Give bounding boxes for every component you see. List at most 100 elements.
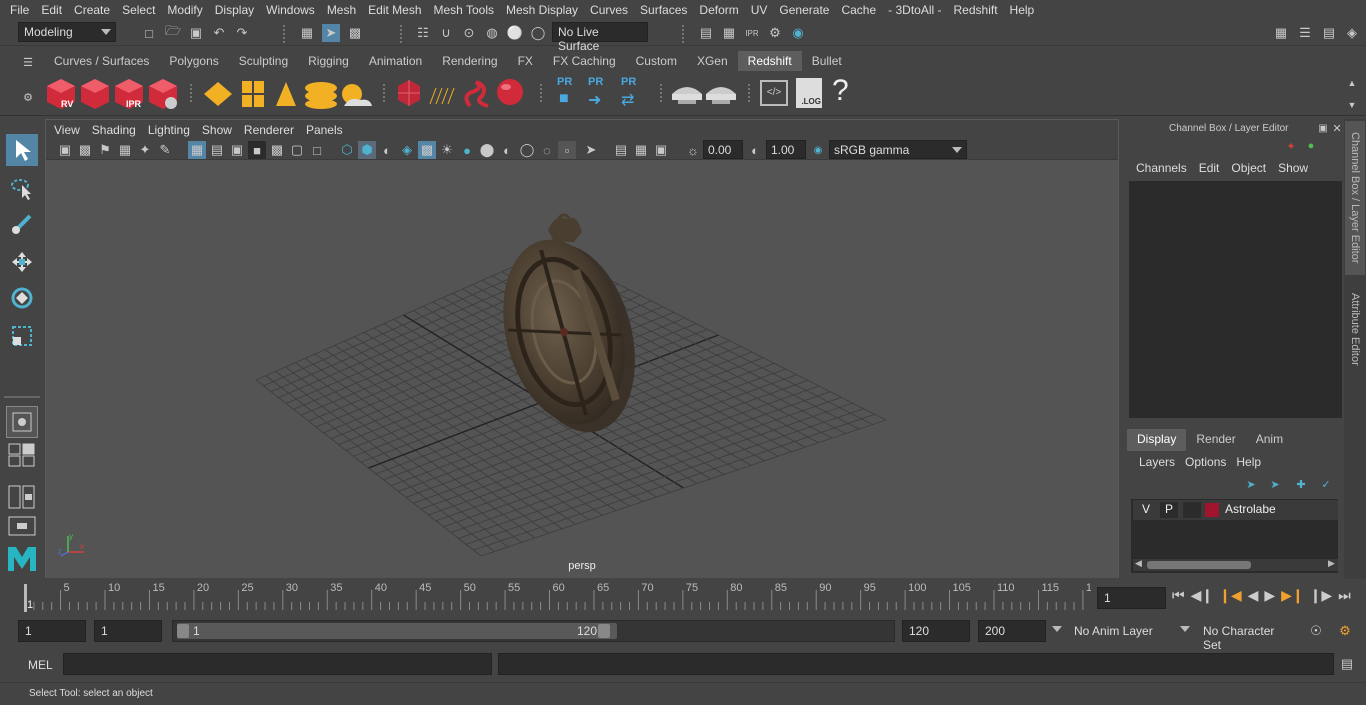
exposure-icon[interactable]: ☼ <box>684 141 702 159</box>
shelf-tab-redshift[interactable]: Redshift <box>737 51 802 71</box>
shelf-tab-custom[interactable]: Custom <box>625 51 687 71</box>
menu-display[interactable]: Display <box>209 3 260 17</box>
select-components-icon[interactable]: ▩ <box>346 24 364 42</box>
range-slider[interactable]: 1 120 <box>172 620 895 642</box>
shelf-scroll-down-icon[interactable]: ▼ <box>1343 96 1361 114</box>
menu-mesh-display[interactable]: Mesh Display <box>500 3 584 17</box>
channel-menu-object[interactable]: Object <box>1225 161 1272 175</box>
script-editor-icon[interactable]: ▤ <box>1338 655 1356 673</box>
grid-toggle-icon[interactable]: ▦ <box>188 141 206 159</box>
textured-icon[interactable]: ▩ <box>418 141 436 159</box>
default-material-icon[interactable]: ◐ <box>378 141 396 159</box>
menu-select[interactable]: Select <box>116 3 161 17</box>
range-start-handle[interactable] <box>177 624 189 638</box>
char-set-arrow-icon[interactable] <box>1180 626 1190 632</box>
step-back-icon[interactable]: ◀❙ <box>1191 587 1214 604</box>
layer-menu-layers[interactable]: Layers <box>1134 455 1180 469</box>
ao-icon[interactable]: ⬤ <box>478 141 496 159</box>
redo-icon[interactable]: ↷ <box>233 24 251 42</box>
menu-windows[interactable]: Windows <box>260 3 321 17</box>
layer-tab-render[interactable]: Render <box>1186 429 1246 451</box>
shelf-tab-rigging[interactable]: Rigging <box>298 51 359 71</box>
viewport-menu-panels[interactable]: Panels <box>300 123 349 137</box>
redshift-object-icons[interactable] <box>392 76 532 112</box>
lights-icon[interactable]: ☀ <box>438 141 456 159</box>
go-to-start-icon[interactable]: ⏮ <box>1172 587 1185 604</box>
gamma-icon[interactable]: ◐ <box>746 141 764 159</box>
menu-redshift[interactable]: Redshift <box>948 3 1004 17</box>
safe-action-icon[interactable]: ▢ <box>288 141 306 159</box>
layer-type-toggle[interactable] <box>1183 502 1201 518</box>
shelf-tab-rendering[interactable]: Rendering <box>432 51 508 71</box>
anim-end-field[interactable]: 120 <box>902 620 970 642</box>
single-pane-layout-icon[interactable] <box>6 406 38 438</box>
wireframe-icon[interactable]: ⬡ <box>338 141 356 159</box>
exposure-field[interactable]: 0.00 <box>703 140 743 159</box>
character-set-field[interactable]: No Character Set <box>1196 620 1300 652</box>
make-live-icon[interactable]: ◯ <box>529 24 547 42</box>
3d-viewport[interactable]: x y z persp <box>46 160 1118 578</box>
redshift-render-icons[interactable]: RV IPR <box>44 76 184 112</box>
redshift-material-icons[interactable] <box>668 78 740 108</box>
shelf-tab-polygons[interactable]: Polygons <box>159 51 229 71</box>
menu-help[interactable]: Help <box>1004 3 1041 17</box>
snap-grid-icon[interactable]: ☷ <box>414 24 432 42</box>
shelf-tab-curves-surfaces[interactable]: Curves / Surfaces <box>44 51 160 71</box>
manip-icon[interactable]: ✦ <box>1282 137 1300 155</box>
render-frame-icon[interactable]: ▦ <box>720 24 738 42</box>
help-icon[interactable]: ? <box>832 74 849 108</box>
viewport-menu-show[interactable]: Show <box>196 123 238 137</box>
shelf-tab-fx[interactable]: FX <box>507 51 543 71</box>
scale-tool-icon[interactable] <box>6 320 38 352</box>
dof-icon[interactable]: ◌ <box>538 141 556 159</box>
anim-prefs-icon[interactable]: ⚙ <box>1336 622 1354 640</box>
motion-blur-icon[interactable]: ◐ <box>498 141 516 159</box>
xray-joints-icon[interactable]: ▤ <box>612 141 630 159</box>
anim-layer-arrow-icon[interactable] <box>1052 626 1062 632</box>
select-tool-icon[interactable] <box>6 134 38 166</box>
viewport-menu-lighting[interactable]: Lighting <box>142 123 196 137</box>
menu-cache[interactable]: Cache <box>835 3 882 17</box>
isolate-select-icon[interactable]: ➤ <box>582 141 600 159</box>
layer-scrollbar[interactable]: ◀ ▶ <box>1133 558 1338 571</box>
redshift-log-icon[interactable]: .LOG <box>796 78 822 108</box>
layer-color-swatch[interactable] <box>1205 503 1219 517</box>
step-forward-key-icon[interactable]: ▶❙ <box>1281 587 1304 604</box>
color-space-dropdown[interactable]: sRGB gamma <box>829 140 967 159</box>
menu-mesh-tools[interactable]: Mesh Tools <box>428 3 500 17</box>
channel-menu-edit[interactable]: Edit <box>1193 161 1226 175</box>
layer-row[interactable]: V P Astrolabe <box>1133 500 1338 520</box>
layer-visibility-toggle[interactable]: V <box>1137 502 1155 518</box>
shelf-tab-bullet[interactable]: Bullet <box>801 51 852 71</box>
camera-select-icon[interactable]: ▣ <box>56 141 74 159</box>
channel-list[interactable] <box>1129 181 1342 418</box>
camera-attr-icon[interactable]: ▩ <box>76 141 94 159</box>
render-settings-icon[interactable]: ⚙ <box>766 24 784 42</box>
step-back-key-icon[interactable]: ❙◀ <box>1219 587 1242 604</box>
render-view-icon[interactable]: ▤ <box>697 24 715 42</box>
menu-file[interactable]: File <box>4 3 35 17</box>
image-plane-icon[interactable]: ▦ <box>116 141 134 159</box>
select-hierarchy-icon[interactable]: ▦ <box>298 24 316 42</box>
outliner-layout-icon[interactable] <box>6 484 38 510</box>
script-editor-layout-icon[interactable] <box>6 516 38 536</box>
menu-surfaces[interactable]: Surfaces <box>634 3 693 17</box>
layer-menu-help[interactable]: Help <box>1231 455 1266 469</box>
play-backwards-icon[interactable]: ◀ <box>1248 587 1259 604</box>
save-scene-icon[interactable]: ▣ <box>187 24 205 42</box>
current-frame-field[interactable]: 1 <box>1097 587 1166 609</box>
go-to-end-icon[interactable]: ⏭ <box>1338 587 1351 604</box>
channel-box-side-tab[interactable]: Channel Box / Layer Editor <box>1345 121 1365 275</box>
redshift-light-icons[interactable] <box>200 76 375 112</box>
menu-deform[interactable]: Deform <box>693 3 744 17</box>
menu-edit-mesh[interactable]: Edit Mesh <box>362 3 427 17</box>
four-pane-layout-icon[interactable] <box>6 442 38 468</box>
safe-title-icon[interactable]: □ <box>308 141 326 159</box>
layer-playback-toggle[interactable]: P <box>1160 502 1178 518</box>
command-language-label[interactable]: MEL <box>28 658 53 672</box>
field-chart-icon[interactable]: ▩ <box>268 141 286 159</box>
layer-scroll-thumb[interactable] <box>1147 561 1251 569</box>
layer-tab-anim[interactable]: Anim <box>1245 429 1294 451</box>
command-input[interactable] <box>63 653 492 675</box>
open-scene-icon[interactable]: 🗁 <box>164 23 182 42</box>
